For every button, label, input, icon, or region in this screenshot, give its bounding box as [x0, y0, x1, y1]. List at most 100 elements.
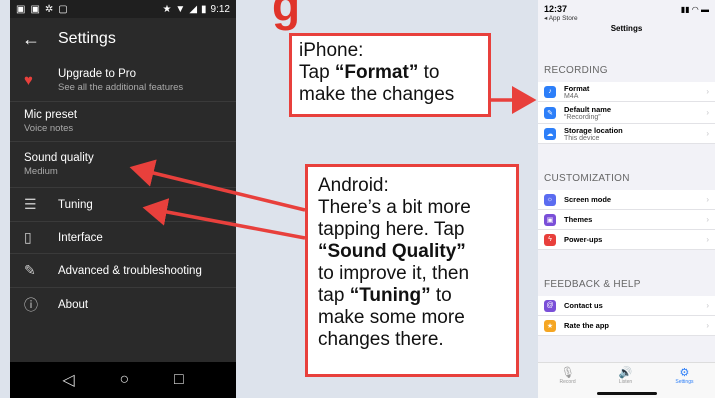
- row-screen-mode[interactable]: ☼ Screen mode ›: [538, 190, 715, 210]
- mic-icon: 🎙: [560, 367, 575, 379]
- callout-line: make the changes: [299, 84, 455, 105]
- back-to-app-store[interactable]: ◂ App Store: [538, 14, 715, 24]
- settings-item-about[interactable]: ⓘ About: [10, 288, 236, 322]
- speaker-icon: 🔊: [618, 367, 633, 379]
- android-screen: ▣ ▣ ✲ ▢ ★ ▼ ◢ ▮ 9:12 ← Settings ♥ Upgrad…: [10, 0, 236, 398]
- android-callout: Android: There’s a bit more tapping here…: [305, 164, 519, 377]
- nav-recents-icon[interactable]: □: [174, 371, 184, 389]
- callout-line: make some more: [318, 307, 465, 328]
- home-indicator[interactable]: [596, 392, 657, 395]
- chevron-right-icon: ›: [706, 195, 709, 204]
- callout-line: Android:: [318, 175, 389, 196]
- pencil-icon: ✎: [544, 106, 556, 119]
- customization-group: ☼ Screen mode › ▣ Themes › ϟ Power-ups ›: [538, 190, 715, 250]
- battery-icon: ▮: [201, 3, 207, 15]
- callout-line: There’s a bit more: [318, 197, 471, 218]
- row-title: Screen mode: [564, 195, 612, 204]
- wifi-icon: ▼: [175, 3, 186, 15]
- section-header: FEEDBACK & HELP: [544, 279, 641, 290]
- wrench-icon: ✎: [24, 262, 36, 278]
- section-header: RECORDING: [544, 65, 608, 76]
- chevron-right-icon: ›: [706, 129, 709, 138]
- nav-back-icon[interactable]: ◁: [62, 370, 74, 390]
- settings-item-sound-quality[interactable]: Sound quality Medium: [10, 142, 236, 188]
- interface-phone-icon: ▯: [24, 229, 32, 245]
- nav-home-icon[interactable]: ○: [119, 371, 129, 389]
- image-icon: ▣: [16, 3, 26, 15]
- row-subtitle: “Recording”: [564, 113, 601, 121]
- row-subtitle: This device: [564, 134, 600, 142]
- star-icon: ★: [162, 3, 172, 15]
- page-title: Settings: [610, 24, 643, 33]
- row-title: Themes: [564, 215, 593, 224]
- item-title: Mic preset: [24, 109, 78, 121]
- android-toolbar: ← Settings: [10, 18, 236, 60]
- music-note-icon: ♪: [544, 85, 556, 98]
- row-title: Format: [564, 83, 590, 93]
- chevron-right-icon: ›: [706, 87, 709, 96]
- image-icon: ▣: [30, 3, 40, 15]
- iphone-callout: iPhone: Tap “Format” to make the changes: [289, 33, 491, 117]
- status-system-icons: ▮▮ ◠ ▬: [680, 4, 709, 14]
- tab-listen[interactable]: 🔊 Listen: [619, 366, 633, 385]
- row-rate-the-app[interactable]: ★ Rate the app ›: [538, 316, 715, 336]
- chevron-right-icon: ›: [706, 321, 709, 330]
- settings-item-tuning[interactable]: ☰ Tuning: [10, 188, 236, 222]
- settings-item-interface[interactable]: ▯ Interface: [10, 222, 236, 254]
- tab-record[interactable]: 🎙 Record: [560, 366, 576, 385]
- item-title: Upgrade to Pro: [58, 68, 136, 80]
- signal-icon: ◢: [189, 3, 198, 15]
- item-title: Interface: [58, 231, 103, 244]
- cloud-icon: ☁: [544, 127, 556, 140]
- tuning-sliders-icon: ☰: [24, 196, 37, 212]
- palette-icon: ▣: [544, 213, 556, 226]
- info-icon: ⓘ: [24, 297, 38, 313]
- item-subtitle: See all the additional features: [58, 82, 184, 93]
- callout-line: tapping here. Tap: [318, 219, 465, 240]
- status-time: 12:37: [544, 4, 568, 14]
- section-header: CUSTOMIZATION: [544, 173, 630, 184]
- item-subtitle: Medium: [24, 166, 58, 177]
- settings-item-upgrade[interactable]: ♥ Upgrade to Pro See all the additional …: [10, 60, 236, 102]
- row-title: Default name: [564, 104, 612, 114]
- row-storage-location[interactable]: ☁ Storage location This device ›: [538, 124, 715, 144]
- at-sign-icon: @: [544, 299, 556, 312]
- slide-title: g: [272, 0, 301, 31]
- android-status-bar: ▣ ▣ ✲ ▢ ★ ▼ ◢ ▮ 9:12: [10, 0, 236, 18]
- chevron-right-icon: ›: [706, 301, 709, 310]
- status-time: 9:12: [210, 3, 230, 15]
- tab-label: Listen: [618, 379, 633, 385]
- tab-label: Record: [559, 379, 576, 385]
- settings-item-advanced[interactable]: ✎ Advanced & troubleshooting: [10, 254, 236, 288]
- item-title: Advanced & troubleshooting: [58, 264, 202, 277]
- page-title: Settings: [58, 30, 116, 47]
- callout-line: Tap “Format” to: [299, 62, 440, 83]
- settings-item-mic-preset[interactable]: Mic preset Voice notes: [10, 102, 236, 142]
- sun-icon: ☼: [544, 193, 556, 206]
- row-title: Power-ups: [564, 235, 603, 244]
- callout-line: to improve it, then: [318, 263, 470, 284]
- callout-line: “Sound Quality”: [318, 241, 466, 262]
- back-arrow-icon[interactable]: ←: [22, 29, 40, 50]
- callout-line: tap “Tuning” to: [318, 285, 452, 306]
- tab-label: Settings: [675, 379, 694, 385]
- row-title: Rate the app: [564, 321, 610, 330]
- row-themes[interactable]: ▣ Themes ›: [538, 210, 715, 230]
- callout-line: iPhone:: [299, 40, 364, 61]
- row-format[interactable]: ♪ Format M4A ›: [538, 82, 715, 102]
- star-icon: ★: [544, 319, 556, 332]
- section-header-wrap: CUSTOMIZATION: [538, 144, 715, 190]
- lightning-icon: ϟ: [544, 233, 556, 246]
- row-contact-us[interactable]: @ Contact us ›: [538, 296, 715, 316]
- chevron-right-icon: ›: [706, 108, 709, 117]
- item-subtitle: Voice notes: [24, 123, 74, 134]
- tab-settings[interactable]: ⚙ Settings: [675, 366, 693, 385]
- row-power-ups[interactable]: ϟ Power-ups ›: [538, 230, 715, 250]
- iphone-screen: 12:37 ▮▮ ◠ ▬ ◂ App Store Settings RECORD…: [538, 0, 715, 398]
- ios-status-bar: 12:37 ▮▮ ◠ ▬: [538, 0, 715, 14]
- section-header-wrap: FEEDBACK & HELP: [538, 250, 715, 296]
- row-default-name[interactable]: ✎ Default name “Recording” ›: [538, 102, 715, 124]
- status-system-icons: ★ ▼ ◢ ▮ 9:12: [162, 4, 230, 15]
- row-title: Storage location: [564, 125, 623, 135]
- status-notification-icons: ▣ ▣ ✲ ▢: [16, 4, 68, 15]
